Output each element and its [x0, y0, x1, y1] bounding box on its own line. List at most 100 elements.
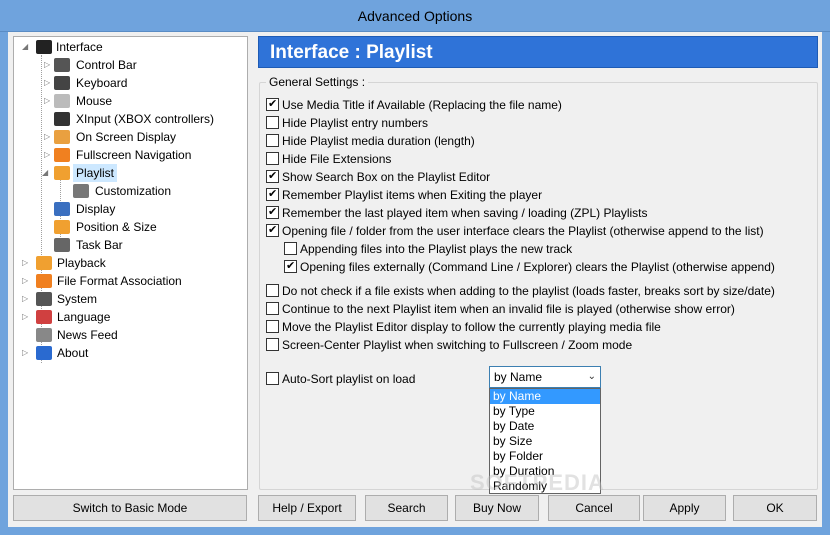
checkbox[interactable] [266, 116, 279, 129]
option-label: Remember the last played item when savin… [282, 206, 648, 220]
tree-expander-icon[interactable]: ▷ [44, 146, 52, 164]
checkbox[interactable] [284, 242, 297, 255]
tree-expander-icon[interactable] [22, 326, 30, 344]
checkbox[interactable] [266, 222, 279, 238]
tree-item-system[interactable]: ▷ System [14, 290, 246, 308]
switch-basic-mode-button[interactable]: Switch to Basic Mode [13, 495, 247, 521]
option-label: Hide Playlist media duration (length) [282, 134, 475, 148]
sort-option[interactable]: by Name [490, 389, 600, 404]
help-export-button[interactable]: Help / Export [258, 495, 356, 521]
tree-item-label: XInput (XBOX controllers) [76, 112, 215, 126]
tree-expander-icon[interactable]: ▷ [22, 344, 30, 362]
checkbox[interactable] [266, 320, 279, 333]
tree-item-label: Keyboard [76, 76, 128, 90]
gamepad-icon [54, 112, 70, 126]
tree-item-label: System [57, 292, 98, 306]
tree-item-position-size[interactable]: Position & Size [14, 218, 246, 236]
checkbox[interactable] [266, 134, 279, 147]
sort-option[interactable]: by Date [490, 419, 600, 434]
tree-item-playlist[interactable]: ◢ Playlist [14, 164, 246, 182]
tree-item-display[interactable]: Display [14, 200, 246, 218]
chevron-down-icon[interactable]: ⌄ [588, 367, 596, 387]
apply-button[interactable]: Apply [643, 495, 726, 521]
sort-option[interactable]: by Size [490, 434, 600, 449]
tree-item-fullscreen-navigation[interactable]: ▷ Fullscreen Navigation [14, 146, 246, 164]
tree-expander-icon[interactable]: ◢ [22, 38, 30, 56]
playlist-icon [54, 166, 70, 180]
sort-option[interactable]: by Folder [490, 449, 600, 464]
tree-expander-icon[interactable] [44, 218, 52, 236]
tree-item-task-bar[interactable]: Task Bar [14, 236, 246, 254]
tree-item-keyboard[interactable]: ▷ Keyboard [14, 74, 246, 92]
checkbox[interactable] [266, 186, 279, 202]
position-icon [54, 220, 70, 234]
option-label: Show Search Box on the Playlist Editor [282, 170, 491, 184]
option-label: Hide Playlist entry numbers [282, 116, 429, 130]
checkbox[interactable] [266, 152, 279, 165]
tree-item-xinput-xbox-controllers-[interactable]: XInput (XBOX controllers) [14, 110, 246, 128]
tree-item-language[interactable]: ▷ Language [14, 308, 246, 326]
tree-expander-icon[interactable]: ▷ [22, 254, 30, 272]
title-bar: Advanced Options [0, 0, 830, 32]
tree-expander-icon[interactable] [44, 110, 52, 128]
section-title: Interface : Playlist [270, 42, 433, 63]
gears-icon [73, 184, 89, 198]
window-frame-bottom [0, 527, 830, 535]
checkbox[interactable] [266, 338, 279, 351]
checkbox[interactable] [266, 96, 279, 112]
auto-sort-select[interactable]: by Name ⌄ [489, 366, 601, 388]
tree-item-label: Display [76, 202, 116, 216]
tree-item-on-screen-display[interactable]: ▷ On Screen Display [14, 128, 246, 146]
tree-item-customization[interactable]: Customization [14, 182, 246, 200]
tree-expander-icon[interactable]: ▷ [22, 308, 30, 326]
tree-item-file-format-association[interactable]: ▷ File Format Association [14, 272, 246, 290]
option-label: Appending files into the Playlist plays … [300, 242, 573, 256]
checkbox[interactable] [284, 258, 297, 274]
tree-item-mouse[interactable]: ▷ Mouse [14, 92, 246, 110]
interface-icon [36, 40, 52, 54]
tree-expander-icon[interactable]: ▷ [44, 128, 52, 146]
option-label: Do not check if a file exists when addin… [282, 284, 775, 298]
window-frame-right [822, 32, 830, 535]
tree-item-label: Fullscreen Navigation [76, 148, 192, 162]
tree-item-about[interactable]: ▷ About [14, 344, 246, 362]
tree-expander-icon[interactable]: ▷ [22, 290, 30, 308]
osd-icon [54, 130, 70, 144]
cancel-button[interactable]: Cancel [548, 495, 640, 521]
tree-expander-icon[interactable]: ▷ [22, 272, 30, 290]
tree-expander-icon[interactable]: ▷ [44, 56, 52, 74]
tree-item-label: On Screen Display [76, 130, 177, 144]
tree-expander-icon[interactable]: ▷ [44, 92, 52, 110]
tree-item-label: Control Bar [76, 58, 137, 72]
tree-item-control-bar[interactable]: ▷ Control Bar [14, 56, 246, 74]
tree-expander-icon[interactable] [44, 236, 52, 254]
taskbar-icon [54, 238, 70, 252]
buy-now-button[interactable]: Buy Now [455, 495, 539, 521]
tree-expander-icon[interactable]: ▷ [44, 74, 52, 92]
ok-button[interactable]: OK [733, 495, 817, 521]
checkbox[interactable] [266, 302, 279, 315]
tree-item-label: File Format Association [57, 274, 182, 288]
option-label: Remember Playlist items when Exiting the… [282, 188, 543, 202]
sort-option[interactable]: by Type [490, 404, 600, 419]
checkbox[interactable] [266, 204, 279, 220]
checkbox[interactable] [266, 372, 279, 385]
checkbox[interactable] [266, 284, 279, 297]
tree-expander-icon[interactable] [62, 182, 70, 200]
window-frame-left [0, 32, 8, 535]
tree-item-interface[interactable]: ◢ Interface [14, 38, 246, 56]
option-label: Auto-Sort playlist on load [282, 372, 416, 386]
about-info-icon [36, 346, 52, 360]
tree-item-news-feed[interactable]: News Feed [14, 326, 246, 344]
window-title: Advanced Options [357, 8, 473, 24]
tree-item-label: Mouse [76, 94, 113, 108]
option-label: Opening files externally (Command Line /… [300, 260, 775, 274]
options-tree[interactable]: ◢ Interface ▷ Control Bar ▷ Keyboard ▷ Mouse XIn… [13, 36, 248, 490]
tree-item-label: Playlist [73, 164, 118, 182]
tree-item-playback[interactable]: ▷ Playback [14, 254, 246, 272]
tree-expander-icon[interactable] [44, 200, 52, 218]
tree-expander-icon[interactable]: ◢ [42, 164, 50, 182]
search-button[interactable]: Search [365, 495, 448, 521]
keyboard-icon [54, 76, 70, 90]
checkbox[interactable] [266, 168, 279, 184]
